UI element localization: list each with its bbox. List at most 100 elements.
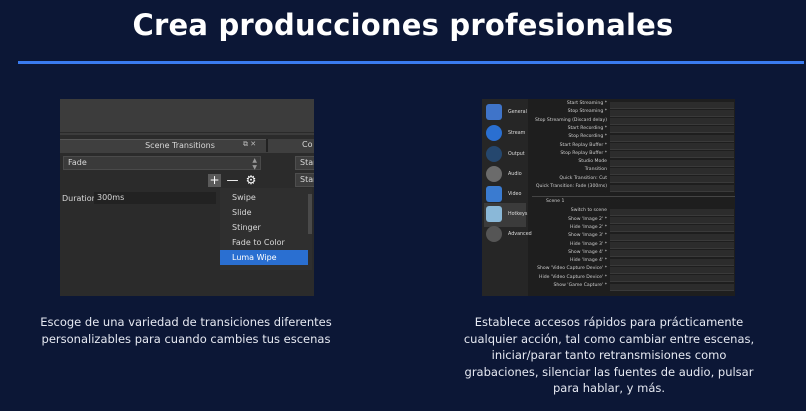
hotkey-label: Hide 'Video Capture Device' * [539,274,607,280]
hotkey-label: Show 'Image 3' * [568,233,607,239]
general-icon [486,104,502,120]
hotkey-row: Hide 'Image 3' * [532,242,735,250]
section-divider [532,196,735,198]
hotkey-input[interactable] [610,184,734,192]
monitor-icon [486,186,502,202]
hotkey-row: Stop Replay Buffer * [532,151,735,159]
hotkey-label: Hide 'Image 4' * [570,258,607,264]
hotkey-label: Show 'Game Capture' * [553,283,607,288]
right-caption: Establece accesos rápidos para prácticam… [463,315,755,395]
hotkey-label: Stop Streaming * [567,109,607,115]
hotkey-input[interactable] [610,143,734,150]
hotkey-row: Hide 'Image 4' * [532,258,735,266]
keyboard-icon [486,206,502,222]
hotkey-input[interactable] [610,126,734,134]
add-transition-icon[interactable]: + [208,174,221,187]
hotkey-label: Studio Mode [578,159,607,165]
settings-sidebar: General Stream Output Audio Video Hotkey… [482,99,532,296]
hotkey-row: Show 'Game Capture' * [532,283,735,291]
start-recording-button[interactable]: Star [295,173,314,187]
page-title: Crea producciones profesionales [132,8,674,42]
hotkey-row: Start Replay Buffer * [532,143,735,151]
dock-title: Scene Transitions [145,141,215,150]
scene-section-label: Scene 1 [546,199,565,205]
hotkey-label: Quick Transition: Fade (300ms) [535,184,607,189]
hotkey-label: Switch to scene [570,208,607,214]
hotkey-label: Stop Replay Buffer * [560,150,607,156]
hotkey-label: Show 'Video Capture Device' * [537,266,607,272]
hotkey-input[interactable] [610,176,734,184]
select-arrows-icon: ▲ ▼ [252,157,257,171]
duration-input[interactable]: 300ms [94,192,216,204]
hotkey-input[interactable] [610,258,734,266]
menu-item-luma-wipe[interactable]: Luma Wipe [220,250,308,265]
transition-select-value: Fade [68,158,87,167]
hotkey-label: Start Recording * [567,125,607,131]
hotkey-label: Stop Recording * [568,134,607,140]
hotkey-label: Show 'Image 4' * [568,249,607,255]
hotkey-input[interactable] [610,109,734,117]
hotkey-input[interactable] [610,208,734,216]
speaker-icon [486,166,502,182]
preview-strip [60,99,314,135]
hotkey-label: Start Streaming * [566,101,607,106]
gear-icon[interactable]: ⚙ [244,173,258,187]
hotkey-input[interactable] [610,159,734,167]
output-icon [486,146,502,162]
menu-item-stinger[interactable]: Stinger [220,220,308,235]
controls-dock-header[interactable]: Co [266,139,314,152]
hotkey-row: Switch to scene [532,208,735,216]
globe-icon [486,125,502,141]
hotkey-row: Hide 'Image 2' * [532,225,735,233]
dock-scrollbar[interactable] [308,194,312,234]
hotkey-label: Start Replay Buffer * [559,142,607,148]
hotkey-input[interactable] [610,217,734,225]
hotkey-row: Show 'Video Capture Device' * [532,266,735,274]
hotkey-row: Stop Recording * [532,134,735,142]
controls-dock-title: Co [302,140,313,149]
gears-icon [486,226,502,242]
scene-transitions-screenshot: Scene Transitions ⧉ ✕ Co Fade ▲▼ Star St… [60,99,314,296]
hotkeys-settings-screenshot: General Stream Output Audio Video Hotkey… [482,99,735,296]
hotkey-input[interactable] [610,250,734,258]
hotkey-input[interactable] [610,275,734,283]
hotkey-row: Studio Mode [532,159,735,167]
left-caption: Escoge de una variedad de transiciones d… [40,315,332,346]
hotkey-input[interactable] [610,118,734,126]
hotkey-row: Show 'Image 4' * [532,250,735,258]
hotkey-row: Stop Streaming (Discard delay) [532,118,735,126]
hotkey-row: Start Recording * [532,126,735,134]
hotkey-label: Hide 'Image 2' * [570,224,607,230]
start-streaming-button[interactable]: Star [295,156,314,170]
hotkey-row: Start Streaming * [532,101,735,109]
transition-select[interactable]: Fade ▲ ▼ [63,156,261,171]
hotkey-input[interactable] [610,266,734,274]
hotkey-label: Quick Transition: Cut [559,175,607,181]
hotkey-input[interactable] [610,134,734,142]
nav-advanced[interactable]: Advanced [484,223,532,247]
hotkey-row: Hide 'Video Capture Device' * [532,275,735,283]
menu-item-fade-to-color[interactable]: Fade to Color [220,235,308,250]
hotkey-input[interactable] [610,283,734,291]
hotkey-input[interactable] [610,242,734,249]
hotkey-row: Show 'Image 3' * [532,233,735,241]
hotkey-row: Show 'Image 2' * [532,217,735,225]
hotkey-row: Quick Transition: Fade (300ms) [532,184,735,192]
hotkey-input[interactable] [610,167,734,175]
hotkey-input[interactable] [610,151,734,159]
hotkey-row: Quick Transition: Cut [532,176,735,184]
duration-label: Duration [62,194,97,203]
hotkey-label: Transition [584,167,607,173]
hotkey-input[interactable] [610,233,734,241]
hotkey-label: Hide 'Image 3' * [570,241,607,247]
title-divider [18,61,804,64]
menu-item-swipe[interactable]: Swipe [220,190,308,205]
hotkey-label: Stop Streaming (Discard delay) [535,117,607,123]
menu-item-slide[interactable]: Slide [220,205,308,220]
hotkeys-list: Start Streaming * Stop Streaming * Stop St… [532,101,735,296]
hotkey-input[interactable] [610,101,734,109]
remove-transition-icon[interactable]: — [226,174,239,187]
dock-float-close-icons[interactable]: ⧉ ✕ [243,140,256,149]
hotkey-input[interactable] [610,225,734,233]
hotkey-row: Transition [532,167,735,175]
